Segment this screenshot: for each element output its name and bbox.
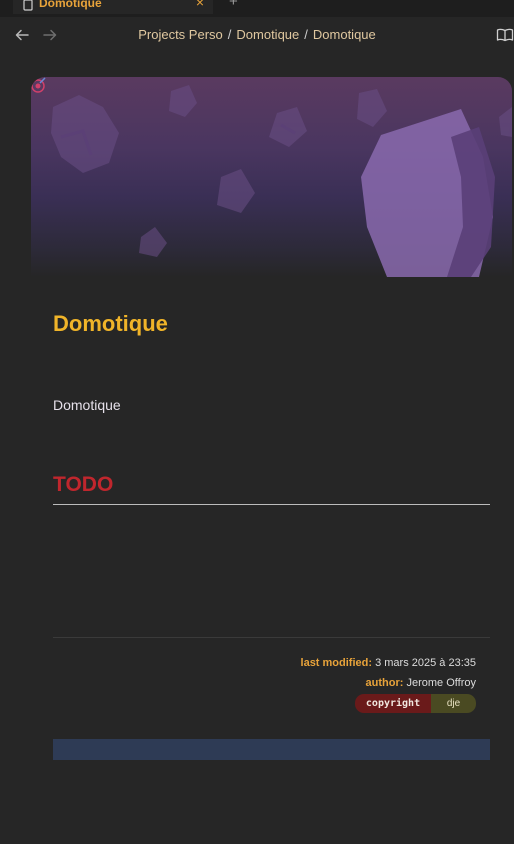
tab-strip: Domotique × + ⌄ — [0, 0, 514, 17]
footer-divider — [53, 637, 490, 638]
new-tab-icon[interactable]: + — [229, 0, 238, 10]
breadcrumb-item[interactable]: Domotique — [236, 27, 299, 42]
author-label: author: — [365, 677, 404, 689]
reader-mode-button[interactable] — [496, 27, 514, 45]
book-open-icon — [496, 28, 514, 42]
banner-image — [31, 77, 512, 277]
page-title: Domotique — [53, 311, 168, 336]
author-value: Jerome Offroy — [406, 677, 477, 689]
last-modified-label: last modified: — [300, 657, 373, 669]
page-subtitle: Domotique — [53, 397, 121, 413]
navigation-bar: Projects Perso / Domotique / Domotique — [0, 17, 514, 55]
author: author: Jerome Offroy — [366, 677, 476, 689]
license-badge: copyright dje — [355, 694, 476, 713]
heading-divider — [53, 504, 490, 505]
license-value: dje — [431, 694, 476, 713]
breadcrumb-separator: / — [227, 27, 232, 42]
close-icon[interactable]: × — [196, 0, 204, 10]
bottom-bar — [53, 739, 490, 760]
breadcrumb-item[interactable]: Domotique — [313, 27, 376, 42]
todo-heading: TODO — [53, 473, 114, 496]
tab-domotique[interactable]: Domotique × — [13, 0, 213, 14]
target-icon — [31, 77, 46, 93]
banner-illustration — [51, 85, 512, 277]
breadcrumb: Projects Perso / Domotique / Domotique — [0, 27, 514, 42]
tab-title: Domotique — [39, 0, 102, 10]
chevron-down-icon[interactable]: ⌄ — [498, 0, 506, 3]
file-icon — [23, 0, 33, 11]
breadcrumb-separator: / — [304, 27, 308, 42]
breadcrumb-item[interactable]: Projects Perso — [138, 27, 223, 42]
last-modified-value: 3 mars 2025 à 23:35 — [375, 657, 476, 669]
license-key: copyright — [355, 694, 431, 713]
last-modified: last modified: 3 mars 2025 à 23:35 — [301, 657, 476, 669]
